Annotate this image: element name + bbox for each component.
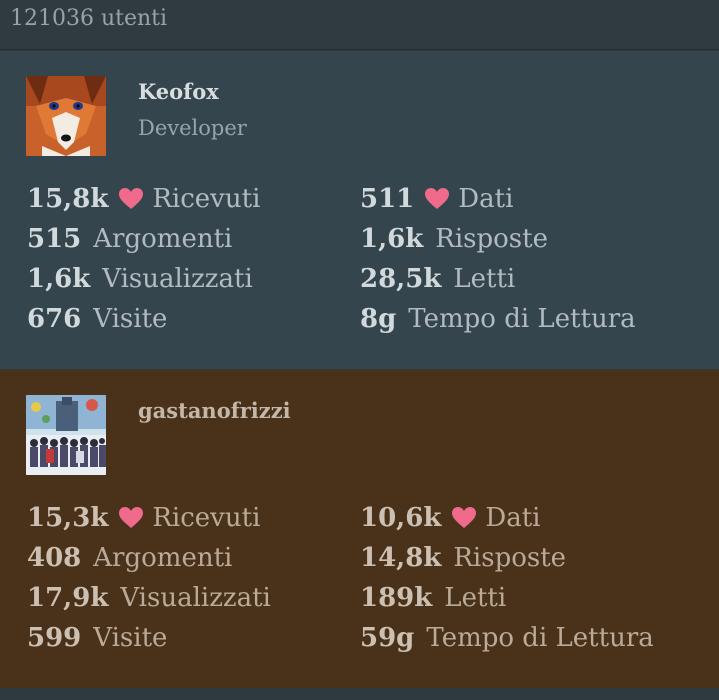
user-count: 121036 utenti (10, 6, 168, 31)
heart-icon (425, 188, 450, 209)
stat-value: 515 (27, 224, 82, 254)
heart-icon (452, 507, 477, 528)
stat-label: Tempo di Lettura (426, 623, 654, 653)
stat-label: Visualizzati (102, 264, 253, 294)
stat-read: 189k Letti (360, 583, 506, 613)
stat-value: 511 (360, 184, 415, 214)
stat-label: Argomenti (93, 224, 233, 254)
avatar[interactable] (26, 76, 106, 156)
stat-read: 28,5k Letti (360, 264, 515, 294)
stat-label: Letti (444, 583, 507, 613)
stat-value: 676 (27, 304, 82, 334)
stat-label: Visualizzati (120, 583, 271, 613)
stat-label: Ricevuti (152, 503, 261, 533)
user-card[interactable]: gastanofrizzi 15,3k Ricevuti 10,6k Dati … (0, 370, 719, 688)
stat-likes-given: 511 Dati (360, 184, 513, 214)
stat-viewed: 17,9k Visualizzati (27, 583, 271, 613)
stat-label: Visite (93, 304, 168, 334)
stat-label: Risposte (435, 224, 548, 254)
stat-value: 1,6k (360, 224, 424, 254)
stat-label: Tempo di Lettura (408, 304, 636, 334)
user-card[interactable]: Keofox Developer 15,8k Ricevuti 511 Dati… (0, 51, 719, 369)
stat-label: Letti (453, 264, 516, 294)
stat-value: 17,9k (27, 583, 109, 613)
heart-icon (119, 188, 144, 209)
stat-viewed: 1,6k Visualizzati (27, 264, 253, 294)
stat-likes-received: 15,3k Ricevuti (27, 503, 260, 533)
stat-value: 28,5k (360, 264, 442, 294)
stat-label: Risposte (453, 543, 567, 573)
heart-icon (119, 507, 144, 528)
stat-value: 599 (27, 623, 82, 653)
user-role: Developer (138, 116, 247, 140)
stat-value: 59g (360, 623, 415, 653)
stat-likes-received: 15,8k Ricevuti (27, 184, 260, 214)
stat-read-time: 59g Tempo di Lettura (360, 623, 654, 653)
stat-value: 189k (360, 583, 433, 613)
stat-topics: 515 Argomenti (27, 224, 232, 254)
avatar[interactable] (26, 395, 106, 475)
stat-label: Dati (458, 184, 514, 214)
stat-value: 15,3k (27, 503, 109, 533)
stat-value: 15,8k (27, 184, 109, 214)
stat-value: 1,6k (27, 264, 91, 294)
stat-value: 8g (360, 304, 397, 334)
stat-value: 14,8k (360, 543, 442, 573)
list-bottom (0, 688, 719, 700)
stat-topics: 408 Argomenti (27, 543, 232, 573)
username[interactable]: gastanofrizzi (138, 398, 291, 423)
stat-visits: 599 Visite (27, 623, 167, 653)
stat-visits: 676 Visite (27, 304, 167, 334)
username[interactable]: Keofox (138, 79, 219, 104)
stat-replies: 14,8k Risposte (360, 543, 566, 573)
stat-label: Visite (93, 623, 168, 653)
directory-header: 121036 utenti (0, 0, 719, 50)
stat-value: 10,6k (360, 503, 442, 533)
stat-replies: 1,6k Risposte (360, 224, 548, 254)
stat-value: 408 (27, 543, 82, 573)
stat-label: Ricevuti (152, 184, 261, 214)
stat-label: Dati (485, 503, 541, 533)
stat-label: Argomenti (93, 543, 233, 573)
stat-read-time: 8g Tempo di Lettura (360, 304, 636, 334)
stat-likes-given: 10,6k Dati (360, 503, 540, 533)
